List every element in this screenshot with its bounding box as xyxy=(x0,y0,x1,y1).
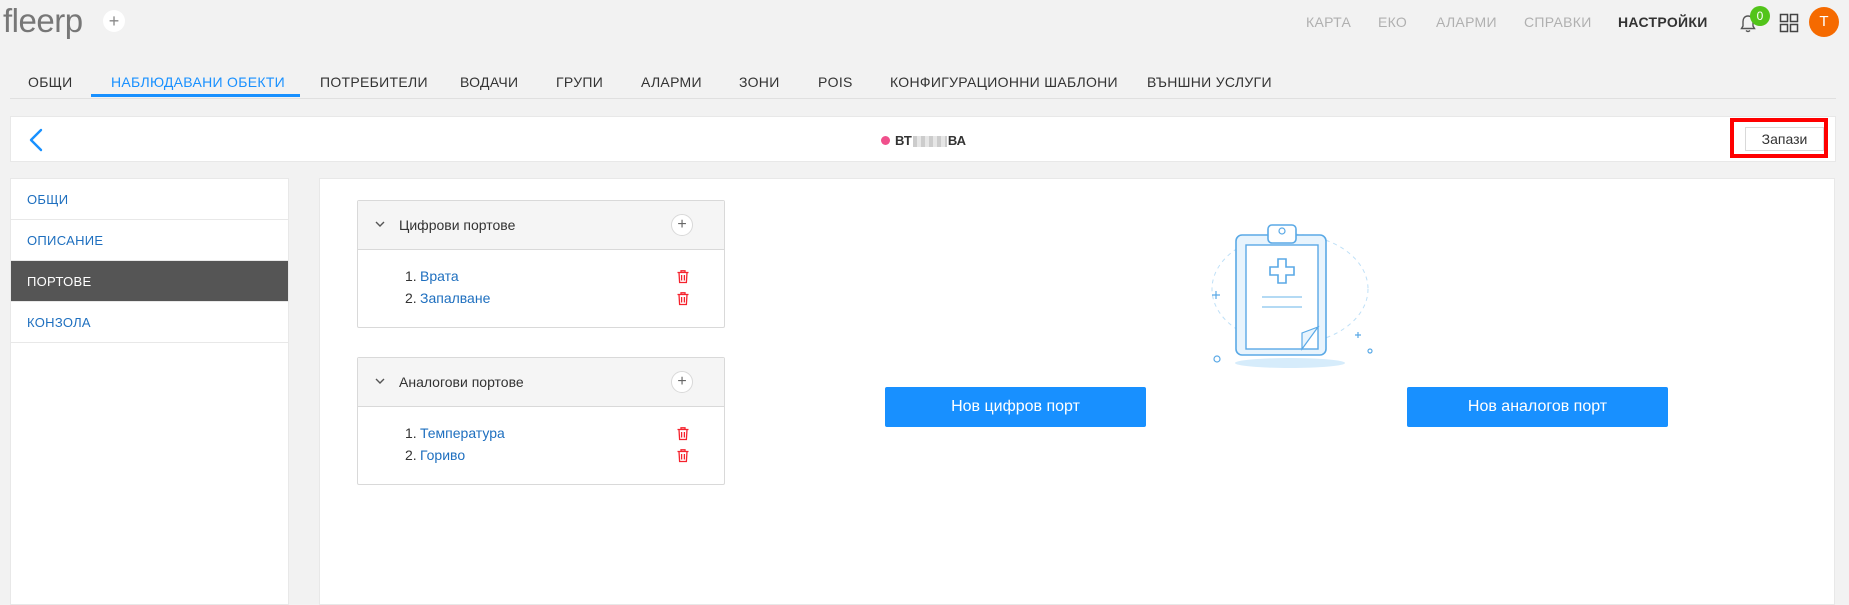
analog-ports-title: Аналогови портове xyxy=(399,374,524,390)
tab-drivers[interactable]: ВОДАЧИ xyxy=(460,74,518,90)
tab-config-templates[interactable]: КОНФИГУРАЦИОННИ ШАБЛОНИ xyxy=(890,74,1118,90)
redacted-block xyxy=(912,135,947,147)
tab-users[interactable]: ПОТРЕБИТЕЛИ xyxy=(320,74,428,90)
clipboard-illustration-icon xyxy=(1211,224,1373,368)
port-link-temperature[interactable]: Температура xyxy=(420,422,505,444)
object-title-suffix: ВА xyxy=(947,132,966,148)
object-title: ВТ ВА xyxy=(881,132,966,148)
topnav-reports[interactable]: СПРАВКИ xyxy=(1524,14,1592,30)
back-arrow-icon[interactable] xyxy=(25,127,49,153)
topnav-alarms[interactable]: АЛАРМИ xyxy=(1436,14,1497,30)
topnav-settings[interactable]: НАСТРОЙКИ xyxy=(1618,14,1708,30)
sidebar-item-console[interactable]: КОНЗОЛА xyxy=(11,302,288,343)
digital-ports-list: 1. Врата 2. Запалване xyxy=(358,250,724,327)
digital-ports-title: Цифрови портове xyxy=(399,217,516,233)
port-link-ignition[interactable]: Запалване xyxy=(420,287,490,309)
delete-icon[interactable] xyxy=(676,291,690,306)
tab-zones[interactable]: ЗОНИ xyxy=(739,74,780,90)
user-avatar[interactable]: T xyxy=(1809,7,1839,37)
port-number: 1. xyxy=(405,268,417,284)
tab-external-services[interactable]: ВЪНШНИ УСЛУГИ xyxy=(1147,74,1272,90)
new-digital-port-button[interactable]: Нов цифров порт xyxy=(885,387,1146,427)
tab-general[interactable]: ОБЩИ xyxy=(28,74,72,90)
object-header: ВТ ВА xyxy=(10,116,1836,162)
digital-ports-header[interactable]: Цифрови портове + xyxy=(358,201,724,250)
topnav-map[interactable]: КАРТА xyxy=(1306,14,1351,30)
sidebar-item-general[interactable]: ОБЩИ xyxy=(11,179,288,220)
object-title-prefix: ВТ xyxy=(895,132,912,148)
tab-monitored-objects[interactable]: НАБЛЮДАВАНИ ОБЕКТИ xyxy=(111,74,285,90)
port-link-fuel[interactable]: Гориво xyxy=(420,444,465,466)
list-item: 1. Температура xyxy=(358,422,724,444)
analog-ports-header[interactable]: Аналогови портове + xyxy=(358,358,724,407)
list-item: 1. Врата xyxy=(358,265,724,287)
analog-ports-card: Аналогови портове + 1. Температура 2. Го… xyxy=(357,357,725,485)
tab-pois[interactable]: POIS xyxy=(818,74,853,90)
list-item: 2. Запалване xyxy=(358,287,724,309)
save-button[interactable]: Запази xyxy=(1745,127,1824,151)
delete-icon[interactable] xyxy=(676,269,690,284)
add-analog-port-button[interactable]: + xyxy=(671,371,693,393)
port-number: 2. xyxy=(405,447,417,463)
apps-grid-icon[interactable] xyxy=(1779,13,1799,33)
delete-icon[interactable] xyxy=(676,448,690,463)
new-analog-port-button[interactable]: Нов аналогов порт xyxy=(1407,387,1668,427)
analog-ports-list: 1. Температура 2. Гориво xyxy=(358,407,724,484)
quick-add-button[interactable]: + xyxy=(103,10,125,32)
app-logo[interactable]: fleerp xyxy=(3,2,83,40)
port-number: 1. xyxy=(405,425,417,441)
ports-panel: Цифрови портове + 1. Врата 2. Запалване xyxy=(319,178,1835,605)
topnav-eco[interactable]: ЕКО xyxy=(1378,14,1407,30)
settings-tabs: ОБЩИ НАБЛЮДАВАНИ ОБЕКТИ ПОТРЕБИТЕЛИ ВОДА… xyxy=(10,62,1836,99)
chevron-down-icon[interactable] xyxy=(374,375,386,387)
active-tab-indicator xyxy=(91,94,300,97)
sidebar-item-ports[interactable]: ПОРТОВЕ xyxy=(11,261,288,302)
add-digital-port-button[interactable]: + xyxy=(671,214,693,236)
list-item: 2. Гориво xyxy=(358,444,724,466)
notification-badge: 0 xyxy=(1750,6,1770,26)
port-link-door[interactable]: Врата xyxy=(420,265,459,287)
object-sidebar: ОБЩИ ОПИСАНИЕ ПОРТОВЕ КОНЗОЛА xyxy=(10,178,289,605)
digital-ports-card: Цифрови портове + 1. Врата 2. Запалване xyxy=(357,200,725,328)
chevron-down-icon[interactable] xyxy=(374,218,386,230)
delete-icon[interactable] xyxy=(676,426,690,441)
tab-alarms[interactable]: АЛАРМИ xyxy=(641,74,702,90)
sidebar-item-description[interactable]: ОПИСАНИЕ xyxy=(11,220,288,261)
port-number: 2. xyxy=(405,290,417,306)
top-bar: fleerp + КАРТА ЕКО АЛАРМИ СПРАВКИ НАСТРО… xyxy=(0,0,1849,43)
status-dot xyxy=(881,135,890,145)
tab-groups[interactable]: ГРУПИ xyxy=(556,74,603,90)
